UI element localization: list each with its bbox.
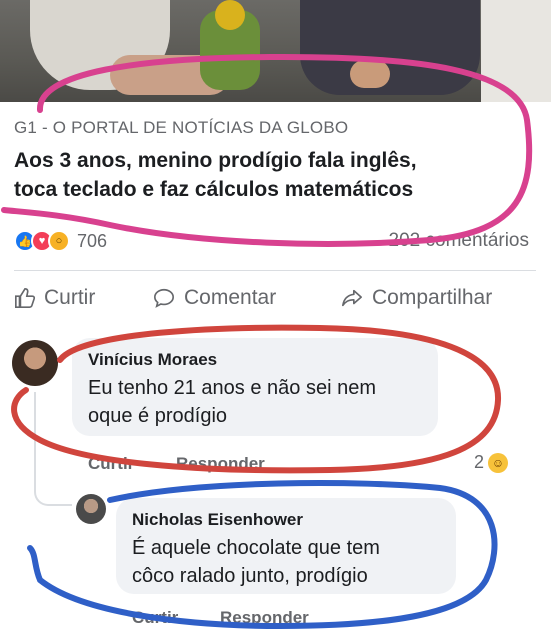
reply-author[interactable]: Nicholas Eisenhower (132, 510, 303, 530)
headline-line-2: toca teclado e faz cálculos matemáticos (14, 178, 414, 201)
source-text: G1 - O PORTAL DE NOTÍCIAS DA GLOBO (14, 118, 349, 137)
comment-bubble: Vinícius Moraes Eu tenho 21 anos e não s… (72, 338, 438, 436)
reaction-count: 706 (77, 230, 108, 251)
reply-text-line-2: côco ralado junto, prodígio (132, 565, 368, 587)
divider (14, 270, 536, 271)
photo-wall (481, 0, 551, 102)
share-arrow-icon (342, 289, 362, 307)
thumbs-up-icon (15, 288, 36, 308)
comment-button[interactable]: Comentar (152, 286, 276, 310)
photo-person-right (300, 0, 480, 95)
comment-bubble-icon (154, 288, 174, 308)
reply-like-link[interactable]: Curtir (132, 608, 178, 628)
reply-thread-line (34, 392, 72, 506)
reactions-summary[interactable]: 👍 ♥ ○ 706 (14, 230, 107, 252)
screenshot-frame: G1 - O PORTAL DE NOTÍCIAS DA GLOBO Aos 3… (0, 0, 551, 636)
post-card: G1 - O PORTAL DE NOTÍCIAS DA GLOBO Aos 3… (0, 102, 551, 636)
comment-reactions[interactable]: 2 ☺ (474, 452, 509, 473)
comment-text-line-1: Eu tenho 21 anos e não sei nem (88, 377, 376, 399)
avatar[interactable] (12, 340, 58, 386)
photo-hands (350, 60, 390, 88)
comment-count[interactable]: 202 comentários (389, 230, 529, 252)
comment-author[interactable]: Vinícius Moraes (88, 350, 217, 370)
share-button[interactable]: Compartilhar (340, 286, 492, 310)
like-button[interactable]: Curtir (14, 286, 95, 310)
comment-text: Eu tenho 21 anos e não sei nem oque é pr… (88, 374, 428, 430)
reply-text: É aquele chocolate que tem côco ralado j… (132, 534, 452, 590)
reply-bubble: Nicholas Eisenhower É aquele chocolate q… (116, 498, 456, 594)
reply-reply-link[interactable]: Responder (220, 608, 309, 628)
post-photo[interactable] (0, 0, 551, 102)
action-bar: Curtir Comentar Compartilhar (0, 280, 551, 320)
link-source[interactable]: G1 - O PORTAL DE NOTÍCIAS DA GLOBO (14, 118, 348, 138)
comment-text-line-2: oque é prodígio (88, 405, 228, 427)
reply-text-line-1: É aquele chocolate que tem (132, 537, 380, 559)
headline-line-1: Aos 3 anos, menino prodígio fala inglês, (14, 149, 417, 172)
link-headline[interactable]: Aos 3 anos, menino prodígio fala inglês,… (14, 146, 514, 204)
laugh-emoji-icon: ☺ (488, 452, 509, 473)
wow-reaction-icon: ○ (48, 230, 70, 252)
comment-like-link[interactable]: Curtir (88, 454, 134, 474)
comment-reaction-count: 2 (474, 452, 485, 472)
photo-toy (215, 0, 245, 30)
comment-reply-link[interactable]: Responder (176, 454, 265, 474)
avatar[interactable] (76, 494, 106, 524)
like-label: Curtir (44, 286, 96, 309)
comment-label: Comentar (184, 286, 277, 309)
share-label: Compartilhar (372, 286, 493, 309)
